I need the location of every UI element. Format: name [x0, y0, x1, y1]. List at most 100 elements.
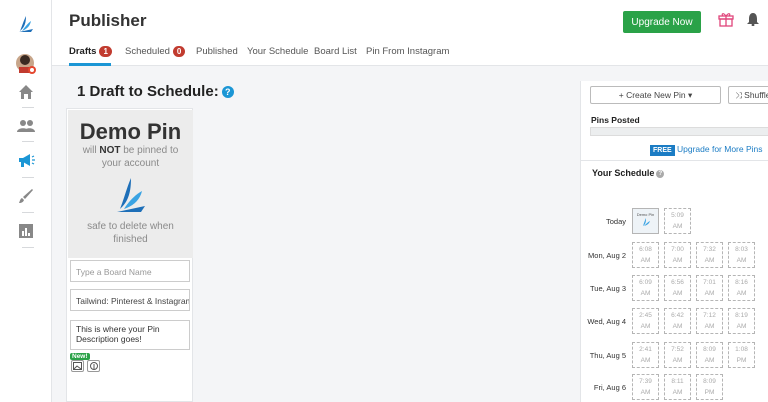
time-slot[interactable]: 6:56 AM [664, 275, 691, 301]
note-prefix: will [82, 145, 100, 156]
resize-image-button[interactable] [71, 360, 84, 372]
brush-icon[interactable] [0, 178, 52, 214]
slot-ampm: PM [736, 357, 747, 364]
time-slot[interactable]: 2:45 AM [632, 308, 659, 334]
slot-time: 2:41 [639, 346, 652, 353]
time-slot[interactable]: 8:11 AM [664, 374, 691, 400]
slot-ampm: AM [640, 389, 651, 396]
slot-ampm: AM [704, 323, 715, 330]
megaphone-icon[interactable] [0, 142, 52, 178]
analytics-icon[interactable] [0, 213, 52, 249]
time-slot[interactable]: 8:16 AM [728, 275, 755, 301]
slot-time: 7:00 [671, 246, 684, 253]
home-icon[interactable] [0, 74, 52, 110]
time-slot[interactable]: 7:32 AM [696, 242, 723, 268]
left-nav [0, 0, 52, 402]
nav-divider [22, 247, 34, 248]
pins-posted-progress [590, 127, 768, 136]
people-icon[interactable] [0, 108, 52, 144]
time-slot[interactable]: 5:09 AM [664, 208, 691, 234]
note-strong: NOT [99, 145, 121, 156]
time-slot[interactable]: 6:08 AM [632, 242, 659, 268]
active-tab-indicator [69, 63, 111, 66]
scheduled-pin-thumbnail[interactable]: Demo Pin [632, 208, 659, 234]
time-slot[interactable]: 6:09 AM [632, 275, 659, 301]
slot-time: 6:56 [671, 279, 684, 286]
drafts-count-badge: 1 [99, 46, 112, 57]
time-slot[interactable]: 7:52 AM [664, 342, 691, 368]
slot-time: 1:08 [735, 346, 748, 353]
bell-icon[interactable] [747, 12, 759, 31]
schedule-day-label: Tue, Aug 3 [590, 284, 626, 293]
tab-published[interactable]: Published [196, 46, 238, 57]
pin-image[interactable]: Demo Pin will NOT be pinned to your acco… [68, 110, 193, 258]
tab-board-list[interactable]: Board List [314, 46, 357, 57]
safe-to-delete-note: safe to delete when finished [87, 221, 174, 245]
slot-ampm: AM [640, 357, 651, 364]
schedule-day-label: Wed, Aug 4 [587, 317, 626, 326]
upgrade-now-button[interactable]: Upgrade Now [623, 11, 701, 33]
time-slot[interactable]: 8:09 AM [696, 342, 723, 368]
pin-description-input[interactable]: This is where your Pin Description goes! [70, 320, 190, 350]
pinterest-icon [89, 362, 98, 370]
board-name-input[interactable]: Type a Board Name [70, 260, 190, 282]
slot-time: 6:42 [671, 312, 684, 319]
drafts-heading: 1 Draft to Schedule:? [77, 83, 234, 100]
slot-time: 7:52 [671, 346, 684, 353]
slot-time: 2:45 [639, 312, 652, 319]
time-slot[interactable]: 8:03 AM [728, 242, 755, 268]
slot-time: 8:09 [703, 346, 716, 353]
source-url-input[interactable]: Tailwind: Pinterest & Instagram S [70, 289, 190, 311]
new-badge: New! [70, 353, 90, 360]
time-slot[interactable]: 7:01 AM [696, 275, 723, 301]
upgrade-more-pins-link[interactable]: Upgrade for More Pins [677, 144, 763, 154]
time-slot[interactable]: 7:39 AM [632, 374, 659, 400]
time-slot[interactable]: 6:42 AM [664, 308, 691, 334]
help-icon[interactable]: ? [656, 170, 665, 178]
free-badge: FREE [650, 145, 675, 156]
slot-ampm: AM [736, 290, 747, 297]
tab-drafts-label: Drafts [69, 46, 97, 57]
time-slot[interactable]: 8:19 AM [728, 308, 755, 334]
top-header: Publisher Upgrade Now [52, 0, 768, 42]
tab-scheduled[interactable]: Scheduled 0 [125, 46, 186, 57]
slot-ampm: AM [704, 290, 715, 297]
page-title: Publisher [69, 11, 147, 30]
time-slot[interactable]: 1:08 PM [728, 342, 755, 368]
slot-time: 8:11 [671, 378, 684, 385]
slot-ampm: AM [672, 323, 683, 330]
time-slot[interactable]: 2:41 AM [632, 342, 659, 368]
create-new-pin-button[interactable]: + Create New Pin ▾ [590, 86, 721, 104]
slot-ampm: AM [640, 290, 651, 297]
panel-divider [581, 160, 768, 161]
time-slot[interactable]: 8:09 PM [696, 374, 723, 400]
slot-ampm: AM [672, 389, 683, 396]
your-schedule-heading: Your Schedule? [592, 168, 665, 178]
drafts-heading-text: 1 Draft to Schedule: [77, 83, 219, 100]
slot-time: 7:32 [703, 246, 716, 253]
scheduled-count-badge: 0 [172, 46, 186, 57]
image-icon [73, 362, 82, 370]
tailwind-pin-logo-icon [112, 175, 148, 220]
shuffle-button[interactable]: ⤨ Shuffle [728, 86, 768, 104]
slot-ampm: AM [672, 257, 683, 264]
slot-ampm: AM [672, 357, 683, 364]
draft-pin-card: Demo Pin will NOT be pinned to your acco… [66, 108, 193, 402]
tab-your-schedule[interactable]: Your Schedule [247, 46, 308, 57]
help-icon[interactable]: ? [221, 86, 234, 98]
slot-ampm: AM [736, 323, 747, 330]
time-slot[interactable]: 7:12 AM [696, 308, 723, 334]
slot-ampm: AM [640, 323, 651, 330]
slot-ampm: AM [736, 257, 747, 264]
tab-pin-from-instagram[interactable]: Pin From Instagram [366, 46, 449, 57]
time-slot[interactable]: 7:00 AM [664, 242, 691, 268]
gift-icon[interactable] [718, 11, 734, 32]
slot-time: 5:09 [671, 212, 684, 219]
tab-scheduled-label: Scheduled [125, 46, 170, 57]
pinterest-button[interactable] [87, 360, 100, 372]
slot-time: 8:16 [735, 279, 748, 286]
tab-drafts[interactable]: Drafts 1 [69, 46, 112, 57]
slot-ampm: AM [704, 357, 715, 364]
slot-ampm: AM [672, 223, 683, 230]
tailwind-logo-icon[interactable] [0, 6, 52, 42]
